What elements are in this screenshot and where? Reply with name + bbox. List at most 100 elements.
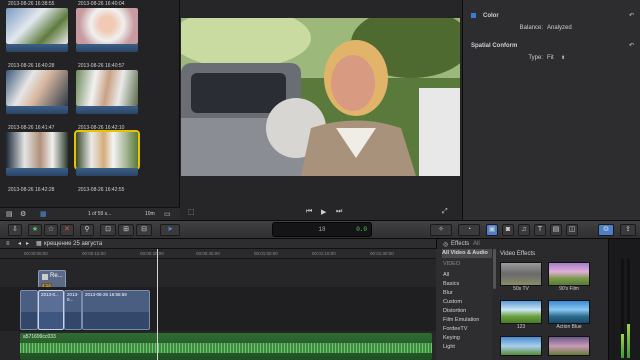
- category-item[interactable]: Distortion: [443, 307, 493, 316]
- forward-icon[interactable]: ▸: [26, 239, 29, 249]
- ruler-tick: 00:00:00:00: [24, 251, 48, 256]
- timeline-clip[interactable]: 2013-0...: [64, 290, 82, 330]
- themes-icon[interactable]: ◫: [566, 224, 578, 236]
- keyword-icon[interactable]: ⚲: [80, 224, 94, 236]
- playhead[interactable]: [157, 249, 158, 360]
- favorite-icon[interactable]: ★: [28, 224, 42, 236]
- timeline-clip-label: 2013-0...: [67, 292, 79, 302]
- next-frame-icon[interactable]: ⏭: [336, 208, 342, 216]
- chevron-down-icon[interactable]: ⬍: [561, 52, 565, 64]
- titles-icon[interactable]: T: [534, 224, 546, 236]
- music-icon[interactable]: ♫: [518, 224, 530, 236]
- video-frame-image: [181, 18, 460, 176]
- timeline-index-icon[interactable]: ≡: [6, 239, 10, 249]
- balance-row: Balance: Analyzed: [463, 22, 640, 34]
- clip-date: 2013-08-26 16:40:57: [78, 63, 125, 69]
- timeline-clip-label: 2013-08-26 16:56:59: [85, 292, 127, 297]
- back-icon[interactable]: ◂: [18, 239, 21, 249]
- clip-date: 2013-08-26 16:38:55: [8, 1, 55, 7]
- browser-clip[interactable]: 2013-08-26 16:42:28: [6, 186, 68, 207]
- fullscreen-icon[interactable]: ⤢: [442, 208, 448, 216]
- clip-thumbnail: [74, 130, 140, 170]
- browser-clip[interactable]: 2013-08-26 16:41:47: [6, 124, 68, 178]
- type-dropdown[interactable]: Fit: [547, 52, 554, 64]
- browser-clip[interactable]: 2013-08-26 16:38:55: [6, 0, 68, 54]
- category-section-video: VIDEO: [443, 261, 461, 267]
- effect-thumbnail-90s-film[interactable]: [548, 262, 590, 286]
- append-clip-icon[interactable]: ⊟: [136, 224, 152, 236]
- clip-thumbnail: [42, 274, 48, 280]
- filmstrip-view-icon[interactable]: ▦: [40, 210, 47, 218]
- effect-thumbnail[interactable]: [548, 336, 590, 356]
- transform-icon[interactable]: ⬚: [188, 208, 195, 216]
- select-tool-icon[interactable]: ➤: [160, 224, 180, 236]
- clip-appearance-icon[interactable]: ▭: [164, 210, 171, 218]
- effect-thumbnail-50s-tv[interactable]: [500, 262, 542, 286]
- effect-thumbnail[interactable]: [500, 336, 542, 356]
- effect-label: Action Blue: [556, 324, 582, 330]
- timeline-clip[interactable]: 2013-0...: [38, 290, 64, 330]
- audio-clip[interactable]: a571699cc033: [20, 333, 432, 360]
- photos-icon[interactable]: ◙: [502, 224, 514, 236]
- ruler-tick: 00:01:00:00: [254, 251, 278, 256]
- effect-label: 123: [516, 324, 526, 330]
- timeline-ruler[interactable]: 00:00:00:00 00:00:15:00 00:00:30:00 00:0…: [0, 249, 436, 259]
- previous-frame-icon[interactable]: ⏮: [306, 208, 312, 216]
- browser-clip-selected[interactable]: 2013-08-26 16:42:10: [74, 124, 140, 178]
- transitions-icon[interactable]: ⧉: [598, 224, 614, 236]
- enhance-icon[interactable]: ✧: [430, 224, 452, 236]
- category-item[interactable]: All: [443, 271, 493, 280]
- timeline-clip[interactable]: 2013-08-26 16:56:59: [82, 290, 150, 330]
- browser-clip[interactable]: 2013-08-26 16:40:04: [76, 0, 138, 54]
- effect-thumbnail-123[interactable]: [500, 300, 542, 324]
- connect-clip-icon[interactable]: ⊡: [100, 224, 116, 236]
- category-item[interactable]: Basics: [443, 280, 493, 289]
- category-item[interactable]: Blur: [443, 289, 493, 298]
- effect-label: 50s TV: [513, 286, 529, 292]
- browser-clip[interactable]: 2013-08-26 16:40:57: [76, 62, 138, 116]
- ruler-tick: 00:01:30:00: [370, 251, 394, 256]
- browser-clip[interactable]: 2013-08-26 16:40:28: [6, 62, 68, 116]
- browser-clip[interactable]: 2013-08-26 16:42:55: [76, 186, 138, 207]
- category-item[interactable]: FordeeTV: [443, 325, 493, 334]
- import-icon[interactable]: ⇩: [8, 224, 22, 236]
- effects-browser-icon[interactable]: ▣: [486, 224, 498, 236]
- play-icon[interactable]: ▶: [321, 208, 326, 216]
- zoom-duration[interactable]: 10m: [145, 211, 155, 217]
- category-all-video-audio[interactable]: All Video & Audio: [442, 249, 492, 258]
- generators-icon[interactable]: ▤: [550, 224, 562, 236]
- color-enable-checkbox[interactable]: [471, 13, 476, 18]
- category-scrollbar[interactable]: [493, 249, 496, 289]
- clip-waveform: [76, 168, 138, 176]
- timecode-value: 18: [318, 226, 326, 233]
- ruler-tick: 00:00:15:00: [82, 251, 106, 256]
- insert-clip-icon[interactable]: ⊞: [118, 224, 134, 236]
- unrate-icon[interactable]: ☆: [44, 224, 58, 236]
- effects-filter[interactable]: All: [473, 241, 480, 247]
- retime-icon[interactable]: ◔: [458, 224, 480, 236]
- reset-icon[interactable]: ↶: [629, 40, 634, 52]
- spatial-conform-header[interactable]: Spatial Conform ↶: [463, 40, 640, 52]
- timeline-clip[interactable]: [20, 290, 38, 330]
- clip-waveform: [6, 44, 68, 52]
- spatial-conform-title: Spatial Conform: [471, 43, 518, 49]
- reset-icon[interactable]: ↶: [629, 10, 634, 22]
- timeline-clip-label: 2013-0...: [41, 292, 59, 297]
- audio-level: 0.0: [356, 226, 367, 233]
- effect-thumbnail-action-blue[interactable]: [548, 300, 590, 324]
- ruler-tick: 00:00:45:00: [196, 251, 220, 256]
- viewer-video-frame[interactable]: [181, 18, 460, 176]
- category-item[interactable]: Light: [443, 343, 493, 352]
- category-item[interactable]: Keying: [443, 334, 493, 343]
- category-item[interactable]: Film Emulation: [443, 316, 493, 325]
- balance-value[interactable]: Analyzed: [547, 22, 572, 34]
- selection-info: 1 of 59 s...: [88, 211, 112, 217]
- reject-icon[interactable]: ✕: [60, 224, 74, 236]
- share-icon[interactable]: ⇪: [620, 224, 636, 236]
- timecode-display[interactable]: 18 0.0: [272, 222, 372, 237]
- list-view-icon[interactable]: ▤: [6, 210, 13, 218]
- color-section-header[interactable]: Color ↶: [463, 10, 640, 22]
- filter-icon[interactable]: ⚙: [20, 210, 26, 218]
- category-item[interactable]: Custom: [443, 298, 493, 307]
- clip-waveform: [6, 106, 68, 114]
